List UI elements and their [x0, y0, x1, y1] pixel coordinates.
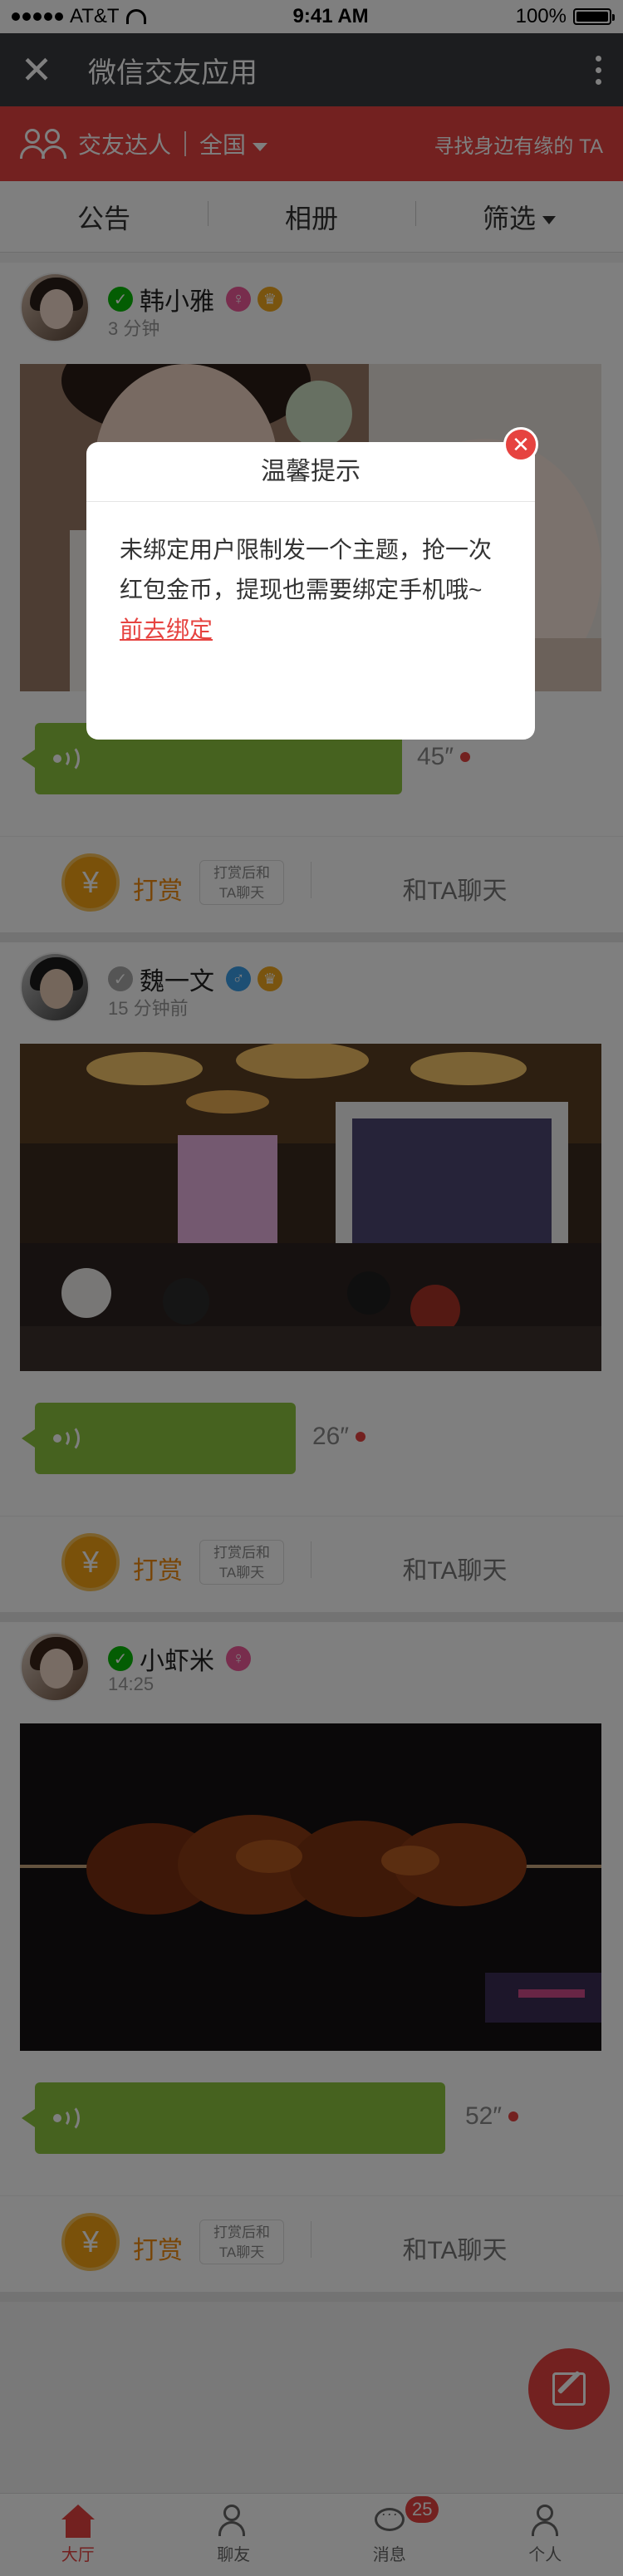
close-icon[interactable]: ✕ [503, 427, 538, 462]
bind-phone-link[interactable]: 前去绑定 [120, 617, 213, 642]
modal-overlay[interactable] [0, 0, 623, 2576]
dialog-message: 未绑定用户限制发一个主题，抢一次红包金币，提现也需要绑定手机哦~ [120, 537, 493, 602]
dialog-body: 未绑定用户限制发一个主题，抢一次红包金币，提现也需要绑定手机哦~ 前去绑定 [86, 502, 535, 650]
tip-dialog: 温馨提示 未绑定用户限制发一个主题，抢一次红包金币，提现也需要绑定手机哦~ 前去绑… [86, 427, 538, 740]
dialog-title: 温馨提示 [86, 442, 535, 502]
